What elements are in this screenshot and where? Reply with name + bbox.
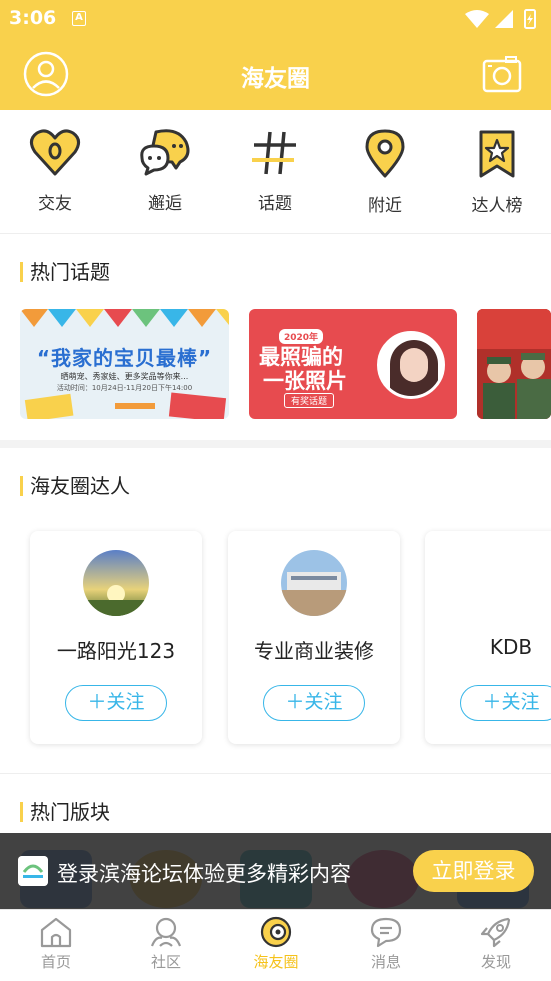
home-icon	[40, 917, 72, 948]
follow-button[interactable]: ＋关注	[460, 685, 551, 721]
category-label: 邂逅	[148, 194, 182, 214]
topic-line2: 一张照片	[263, 369, 347, 393]
hashtag-icon	[252, 131, 296, 175]
category-label: 达人榜	[471, 196, 523, 216]
section-divider	[0, 440, 551, 448]
tab-messages[interactable]: 消息	[346, 916, 426, 972]
login-prompt-text: 登录滨海论坛体验更多精彩内容	[57, 862, 351, 886]
status-time: 3:06	[9, 7, 57, 29]
topic-image	[477, 309, 551, 419]
category-item-fujin[interactable]: 附近	[345, 128, 425, 216]
follow-button[interactable]: ＋关注	[65, 685, 167, 721]
talent-card[interactable]: 专业商业装修 ＋关注	[228, 531, 400, 744]
community-icon	[150, 917, 182, 947]
topic-card[interactable]: “我家的宝贝最棒” 晒萌宠、秀家娃、更多奖品等你来... 活动时间：10月24日…	[20, 309, 229, 419]
notification-indicator: A	[72, 11, 86, 26]
chat-bubbles-icon	[140, 129, 190, 176]
avatar	[281, 550, 347, 616]
section-title-boards: 热门版块	[20, 801, 110, 823]
tab-label: 海友圈	[253, 953, 299, 971]
rocket-icon	[480, 917, 511, 948]
talent-name: 专业商业装修	[254, 639, 374, 663]
topic-headline: “我家的宝贝最棒”	[36, 346, 213, 370]
tab-label: 社区	[150, 953, 181, 971]
tab-label: 首页	[40, 953, 71, 971]
category-label: 交友	[38, 194, 72, 214]
message-icon	[370, 917, 402, 948]
section-title-talents: 海友圈达人	[20, 475, 130, 497]
talent-name: 一路阳光123	[56, 639, 176, 663]
bunting-decoration	[20, 309, 229, 327]
tab-label: 发现	[480, 953, 511, 971]
category-label: 话题	[258, 194, 292, 214]
talent-card[interactable]: 一路阳光123 ＋关注	[30, 531, 202, 744]
section-divider	[0, 773, 551, 774]
topic-tag: 有奖话题	[284, 393, 335, 408]
heart-icon	[30, 129, 80, 176]
avatar	[83, 550, 149, 616]
wifi-icon	[465, 10, 489, 28]
app-logo-icon	[18, 856, 48, 886]
talent-card[interactable]: KDB ＋关注	[425, 531, 551, 744]
topic-photo	[377, 331, 445, 399]
stationery-illustration	[24, 392, 227, 419]
bottom-tab-bar: 首页 社区 海友圈 消息 发现	[0, 909, 551, 981]
follow-button[interactable]: ＋关注	[263, 685, 365, 721]
tab-discover[interactable]: 发现	[456, 916, 536, 972]
category-item-darenbang[interactable]: 达人榜	[457, 128, 537, 216]
circle-icon	[260, 916, 292, 948]
star-bookmark-icon	[479, 130, 515, 178]
section-title-hot-topics: 热门话题	[20, 261, 110, 283]
location-pin-icon	[365, 129, 405, 178]
topic-card[interactable]	[477, 309, 551, 419]
status-bar: 3:06 A	[0, 0, 551, 38]
tab-home[interactable]: 首页	[16, 916, 96, 972]
login-banner: 登录滨海论坛体验更多精彩内容 立即登录	[0, 833, 551, 909]
tab-label: 消息	[370, 953, 401, 971]
category-row: 交友 邂逅 话题 附近 达人榜	[0, 110, 551, 234]
tab-community[interactable]: 社区	[126, 916, 206, 972]
camera-icon[interactable]	[482, 55, 522, 93]
app-header: 3:06 A 海友圈	[0, 0, 551, 110]
talent-name: KDB	[489, 635, 533, 659]
topic-card[interactable]: 2020年 最照骗的 一张照片 有奖话题	[249, 309, 457, 419]
category-item-xiehou[interactable]: 邂逅	[125, 128, 205, 214]
category-item-jiaoyou[interactable]: 交友	[15, 128, 95, 214]
page-title: 海友圈	[241, 66, 310, 92]
login-button[interactable]: 立即登录	[413, 850, 534, 892]
tab-haiyouquan[interactable]: 海友圈	[236, 916, 316, 972]
signal-icon	[495, 10, 513, 28]
category-item-huati[interactable]: 话题	[235, 128, 315, 214]
topic-subline: 晒萌宠、秀家娃、更多奖品等你来...	[60, 372, 189, 381]
category-label: 附近	[368, 196, 402, 216]
system-status-icons	[465, 9, 536, 29]
